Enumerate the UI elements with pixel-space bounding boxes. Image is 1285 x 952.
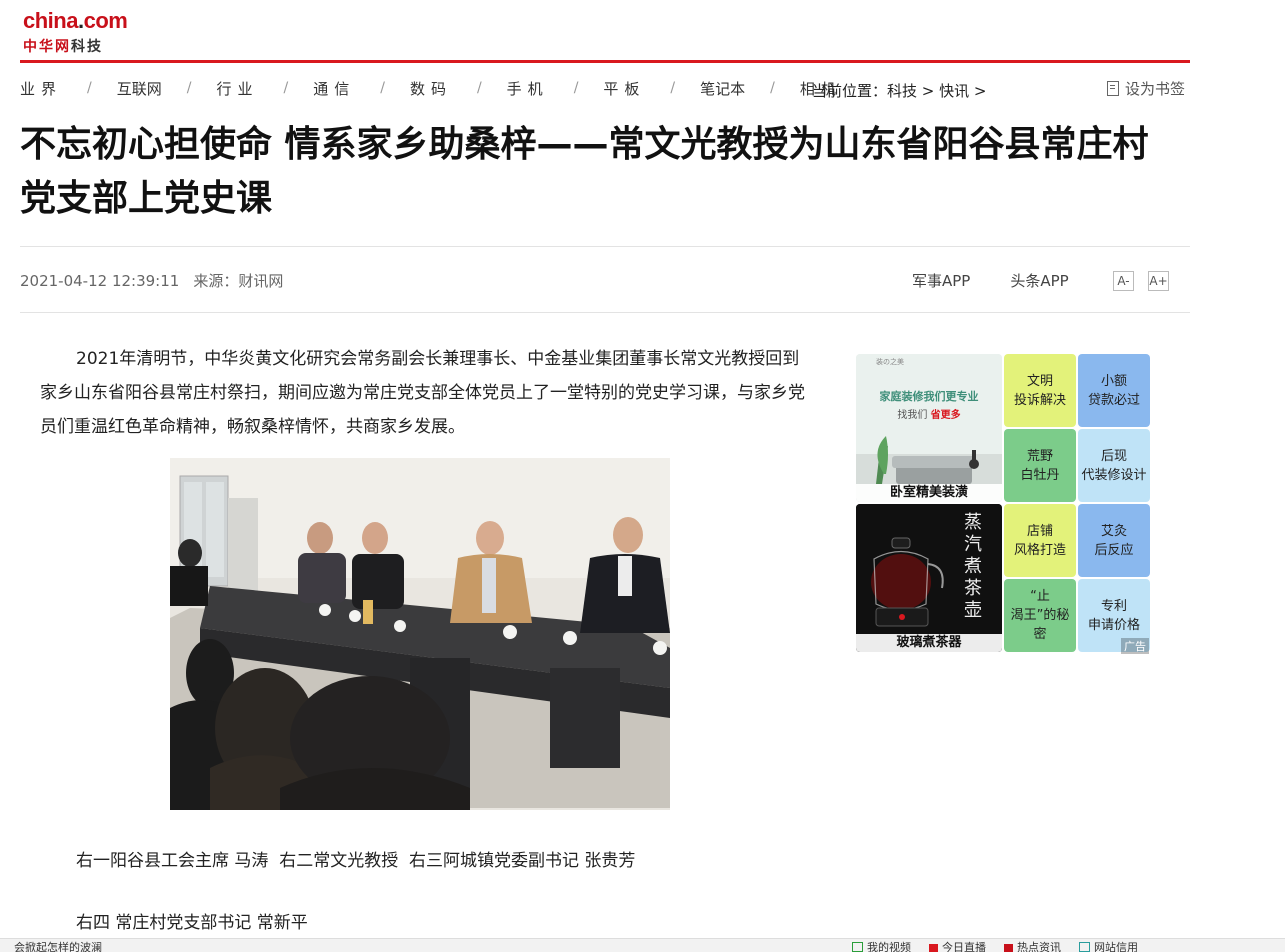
article-datetime: 2021-04-12 12:39:11 [20, 272, 180, 290]
quick-link-my-video[interactable]: 我的视频 [852, 939, 911, 952]
bottom-status-bar: 会掀起怎样的波澜 我的视频 今日直播 热点资讯 网站信用 [0, 938, 1285, 952]
ad-cell-6[interactable]: “止 渴王”的秘 密 [1004, 579, 1076, 652]
nav-item-7[interactable]: 笔记本 [700, 78, 745, 99]
quick-link-credit[interactable]: 网站信用 [1079, 939, 1138, 952]
article-source: 来源：财讯网 [193, 272, 284, 290]
font-smaller-button[interactable]: A- [1113, 271, 1134, 291]
app-links: 军事APP 头条APP [912, 270, 1109, 291]
nav-item-6[interactable]: 平板 [603, 78, 645, 99]
channel-nav: 业界 / 互联网 / 行业 / 通信 / 数码 / 手机 / 平板 / 笔记本 / 相机 [20, 76, 842, 100]
ad-image-teapot[interactable]: 蒸汽煮茶壶 玻璃煮茶器 [856, 504, 1002, 652]
breadcrumb[interactable]: 当前位置：科技 > 快讯 > [812, 80, 986, 101]
quick-link-hot-news[interactable]: 热点资讯 [1004, 939, 1061, 952]
quick-link-live[interactable]: 今日直播 [929, 939, 986, 952]
ad-cell-1[interactable]: 小额 贷款必过 [1078, 354, 1150, 427]
app-link-military[interactable]: 军事APP [912, 272, 970, 290]
bottom-news-ticker[interactable]: 会掀起怎样的波澜 [14, 939, 102, 952]
nav-separator: / [770, 80, 775, 96]
article-meta: 2021-04-12 12:39:11 来源：财讯网 [20, 270, 297, 291]
article-photo [170, 458, 670, 810]
ad-tag: 广告 [1121, 638, 1149, 654]
bookmark-icon [1107, 81, 1119, 96]
photo-caption-1: 右一阳谷县工会主席 马涛 右二常文光教授 右三阿城镇党委副书记 张贵芳 [76, 851, 636, 871]
ad-block[interactable]: 装の之美 家庭装修我们更专业 找我们 省更多 卧室精美装潢 蒸汽煮茶壶 玻璃煮茶… [856, 354, 1152, 654]
nav-item-2[interactable]: 行业 [216, 78, 258, 99]
ad-cell-5[interactable]: 艾灸 后反应 [1078, 504, 1150, 577]
nav-separator: / [186, 80, 192, 96]
nav-separator: / [380, 80, 385, 96]
bookmark-label: 设为书签 [1125, 80, 1186, 98]
header-divider [20, 60, 1190, 63]
nav-item-0[interactable]: 业界 [20, 78, 62, 99]
photo-caption-2: 右四 常庄村党支部书记 常新平 [76, 913, 308, 933]
ad-image-small-text: 装の之美 [876, 358, 904, 366]
nav-separator: / [573, 80, 579, 96]
article-paragraph: 2021年清明节，中华炎黄文化研究会常务副会长兼理事长、中金基业集团董事长常文光… [40, 349, 805, 437]
nav-separator: / [670, 80, 676, 96]
logo-cn: 中华网科技 [23, 39, 103, 55]
ad-image-heading: 家庭装修我们更专业 [879, 390, 979, 403]
font-larger-button[interactable]: A+ [1148, 271, 1169, 291]
ad-cell-4[interactable]: 店铺 风格打造 [1004, 504, 1076, 577]
nav-separator: / [87, 80, 92, 96]
meeting-photo-illustration [170, 458, 670, 810]
bookmark-button[interactable]: 设为书签 [1107, 78, 1185, 99]
app-link-headline[interactable]: 头条APP [1010, 272, 1068, 290]
ad-teapot-vertical-text: 蒸汽煮茶壶 [964, 512, 982, 621]
nav-item-3[interactable]: 通信 [313, 78, 355, 99]
ad-cell-2[interactable]: 荒野 白牡丹 [1004, 429, 1076, 502]
article-title: 不忘初心担使命 情系家乡助桑梓——常文光教授为山东省阳谷县常庄村党支部上党史课 [20, 124, 1149, 219]
ad-image-label-decoration: 卧室精美装潢 [856, 484, 1002, 502]
nav-item-4[interactable]: 数码 [410, 78, 452, 99]
site-logo[interactable]: china.com 中华网科技 [23, 8, 128, 56]
ad-cell-3[interactable]: 后现 代装修设计 [1078, 429, 1150, 502]
living-room-illustration [856, 354, 1002, 502]
bottom-quick-links: 我的视频 今日直播 热点资讯 网站信用 [852, 939, 1156, 952]
nav-separator: / [283, 80, 289, 96]
nav-item-1[interactable]: 互联网 [117, 78, 162, 99]
ad-image-sub: 找我们 省更多 [897, 410, 961, 421]
ad-cell-0[interactable]: 文明 投诉解决 [1004, 354, 1076, 427]
ad-image-label-teapot: 玻璃煮茶器 [856, 634, 1002, 652]
nav-separator: / [476, 80, 482, 96]
logo-en: china.com [23, 8, 128, 33]
title-divider [20, 246, 1190, 247]
meta-divider [20, 312, 1190, 313]
ad-image-decoration[interactable]: 装の之美 家庭装修我们更专业 找我们 省更多 卧室精美装潢 [856, 354, 1002, 502]
nav-item-5[interactable]: 手机 [507, 78, 549, 99]
